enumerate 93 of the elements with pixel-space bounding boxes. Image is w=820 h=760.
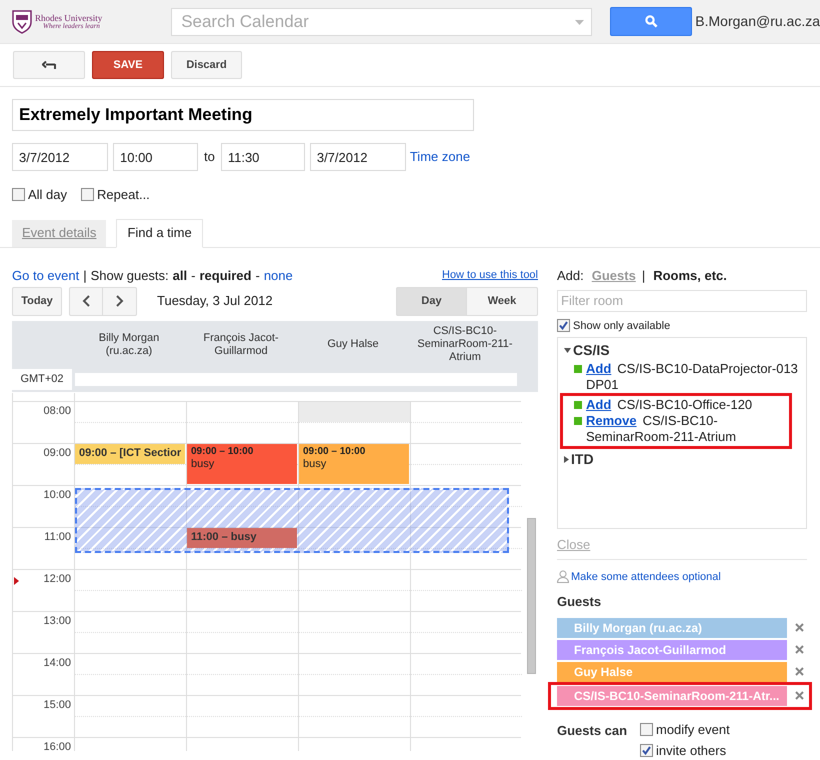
checkbox[interactable] — [12, 188, 25, 202]
show-guests-label: Show guests: — [90, 266, 169, 285]
caret-down-icon[interactable] — [564, 348, 571, 353]
help-link[interactable]: How to use this tool — [442, 267, 538, 284]
previous-button[interactable] — [69, 286, 103, 316]
today-button[interactable]: Today — [12, 286, 62, 316]
time-zone-link[interactable]: Time zone — [410, 147, 470, 167]
checkbox-label: invite others — [656, 742, 726, 760]
guest-filter-link[interactable]: all — [172, 266, 188, 286]
search-button[interactable] — [610, 7, 692, 36]
available-square-icon — [574, 365, 582, 373]
separator: - — [191, 266, 196, 285]
account-email: B.Morgan@ru.ac.za — [695, 12, 820, 31]
to-label: to — [204, 148, 215, 166]
search-icon — [644, 15, 658, 28]
separator: - — [255, 266, 260, 285]
view-button[interactable]: Day — [396, 286, 467, 316]
hour-label: 15:00 — [43, 698, 71, 710]
busy-time: 09:00 – 10:00 — [191, 446, 254, 458]
available-square-icon — [574, 401, 582, 409]
busy-time: 09:00 – 10:00 — [303, 446, 366, 458]
back-arrow-icon — [42, 60, 56, 70]
available-square-icon — [574, 417, 582, 425]
checkbox[interactable] — [640, 744, 653, 758]
room-entry: Remove CS/IS-BC10-SeminarRoom-211-Atrium — [586, 413, 738, 445]
busy-label: busy — [191, 458, 216, 470]
room-action-link[interactable]: Add — [586, 361, 612, 376]
hour-label: 14:00 — [43, 656, 71, 668]
hour-label: 11:00 — [44, 530, 71, 542]
hour-label: 09:00 — [43, 446, 71, 458]
logo-text: Rhodes University — [35, 14, 102, 22]
checkbox-label: All day — [28, 186, 68, 204]
room-group-name[interactable]: CS/IS — [573, 340, 610, 361]
guest-filter-link[interactable]: none — [264, 266, 293, 286]
guests-can-label: Guests can — [557, 722, 628, 740]
discard-button[interactable]: Discard — [171, 51, 242, 79]
title-field[interactable]: Extremely Important Meeting — [12, 99, 474, 131]
end-time-field[interactable]: 11:30 — [220, 143, 305, 171]
close-icon[interactable] — [795, 645, 804, 654]
checkbox[interactable] — [557, 319, 570, 332]
checkbox-label: modify event — [656, 720, 730, 739]
close-icon[interactable] — [795, 667, 804, 676]
chevron-left-icon — [82, 295, 90, 307]
dropdown-caret-icon[interactable] — [574, 20, 584, 24]
busy-label: busy — [303, 458, 328, 470]
view-button[interactable]: Week — [467, 286, 538, 316]
checkbox-label: Repeat... — [97, 186, 150, 204]
room-action-link[interactable]: Remove — [586, 413, 637, 428]
source-link[interactable]: Rooms, etc. — [653, 266, 727, 286]
separator: | — [83, 266, 87, 285]
back-button[interactable] — [13, 51, 85, 79]
save-button[interactable]: SAVE — [92, 51, 164, 79]
column-name: Billy Morgan (ru.ac.za) — [98, 332, 160, 358]
hour-label: 13:00 — [43, 614, 71, 626]
close-icon[interactable] — [795, 691, 804, 700]
selected-time-range[interactable] — [75, 488, 509, 552]
date-label: Tuesday, 3 Jul 2012 — [157, 292, 273, 310]
room-entry: Add CS/IS-BC10-Office-120 — [586, 397, 752, 413]
checkbox[interactable] — [81, 188, 94, 202]
person-icon — [557, 570, 569, 584]
guest-filter-link[interactable]: required — [199, 266, 252, 286]
room-action-link[interactable]: Add — [586, 397, 612, 412]
busy-block: 09:00 – [ICT Sectior — [75, 444, 185, 464]
separator: | — [642, 266, 646, 285]
hour-label: 16:00 — [43, 740, 71, 750]
end-date-field[interactable]: 3/7/2012 — [310, 143, 406, 171]
shield-icon — [12, 10, 32, 34]
checkbox-label: Show only available — [573, 318, 670, 334]
start-time-field[interactable]: 10:00 — [113, 143, 198, 171]
start-date-field[interactable]: 3/7/2012 — [12, 143, 108, 171]
next-button[interactable] — [103, 286, 137, 316]
go-to-event-link[interactable]: Go to event — [12, 266, 80, 286]
tab[interactable]: Find a time — [116, 218, 203, 248]
search-field[interactable]: Search Calendar — [171, 8, 592, 36]
hour-label: 08:00 — [43, 404, 71, 416]
make-optional-link[interactable]: Make some attendees optional — [571, 568, 721, 585]
add-label: Add: — [557, 266, 584, 285]
scrollbar-thumb[interactable] — [527, 518, 536, 674]
chevron-right-icon — [116, 295, 124, 307]
caret-right-icon[interactable] — [564, 456, 569, 463]
guests-heading: Guests — [557, 593, 602, 611]
column-name: Guy Halse — [326, 338, 380, 351]
column-name: CS/IS-BC10-SeminarRoom-211-Atrium — [416, 325, 514, 364]
hour-label: 10:00 — [43, 488, 71, 500]
close-icon[interactable] — [795, 623, 804, 632]
filter-room-field[interactable]: Filter room — [557, 290, 807, 312]
room-entry: Add CS/IS-BC10-DataProjector-013 DP01 — [586, 361, 799, 393]
checkbox[interactable] — [640, 722, 653, 736]
hour-label: 12:00 — [43, 572, 71, 584]
busy-block: 11:00 – busy — [187, 528, 297, 548]
room-group-name[interactable]: ITD — [571, 449, 594, 470]
column-name: François Jacot-Guillarmod — [202, 332, 280, 358]
timezone-label: GMT+02 — [12, 368, 72, 390]
